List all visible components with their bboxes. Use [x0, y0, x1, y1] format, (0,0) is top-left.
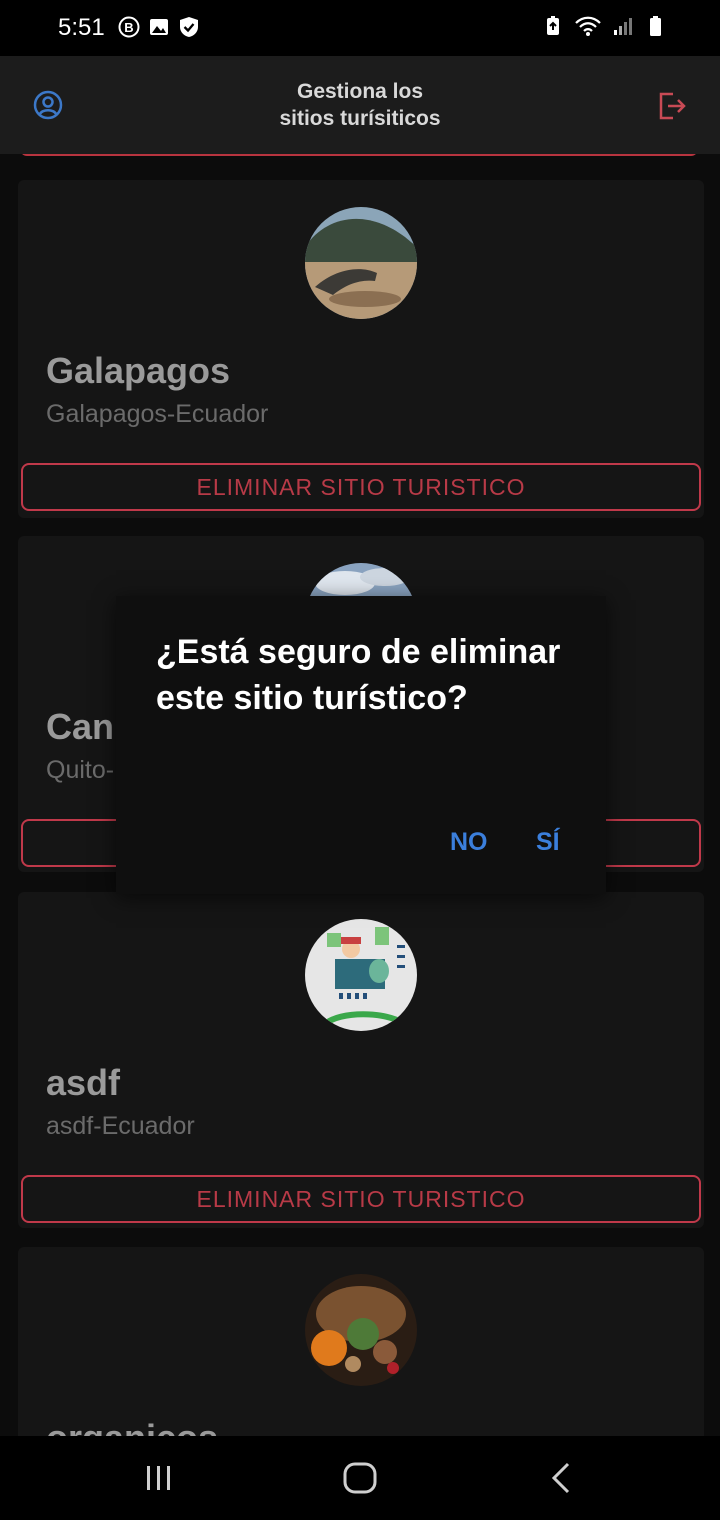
wifi-icon [575, 16, 601, 36]
logout-icon[interactable] [656, 90, 688, 122]
system-nav-bar [0, 1436, 720, 1520]
delete-site-button[interactable]: ELIMINAR SITIO TURISTICO [21, 463, 701, 511]
status-bar: 5:51 B [0, 0, 720, 56]
app-bar: Gestiona los sitios turísiticos [0, 56, 720, 154]
status-time: 5:51 [58, 14, 105, 41]
page-title-line1: Gestiona los [296, 80, 424, 103]
page-title: Gestiona los sitios turísiticos [200, 78, 520, 132]
dialog-yes-button[interactable]: SÍ [536, 828, 560, 857]
recent-apps-icon[interactable] [139, 1460, 179, 1496]
shield-icon [180, 17, 198, 37]
site-card: asdf asdf-Ecuador ELIMINAR SITIO TURISTI… [18, 892, 704, 1228]
site-location: Quito- [46, 756, 115, 784]
site-name: organicos [46, 1417, 218, 1436]
site-name: Galapagos [46, 350, 231, 391]
delete-site-button[interactable]: ELIMINAR SITIO TURISTICO [21, 1175, 701, 1223]
svg-text:B: B [124, 20, 133, 35]
site-card: Galapagos Galapagos-Ecuador ELIMINAR SIT… [18, 180, 704, 518]
site-location: Galapagos-Ecuador [46, 400, 269, 428]
battery-saver-icon [547, 16, 559, 35]
site-name: asdf [46, 1062, 121, 1103]
signal-icon [614, 18, 632, 35]
battery-icon [650, 16, 661, 36]
site-image [305, 919, 417, 1031]
site-card: organicos [18, 1247, 704, 1436]
home-icon[interactable] [340, 1460, 380, 1496]
site-image [305, 207, 417, 319]
previous-delete-button-edge[interactable] [20, 154, 698, 156]
dialog-title: ¿Está seguro de eliminar este sitio turí… [156, 633, 561, 717]
back-icon[interactable] [542, 1460, 582, 1496]
page-title-line2: sitios turísiticos [279, 107, 441, 130]
dialog-no-button[interactable]: NO [450, 828, 488, 857]
account-circle-icon[interactable] [33, 90, 63, 120]
confirm-delete-dialog: ¿Está seguro de eliminar este sitio turí… [116, 596, 606, 894]
site-name: Can [46, 706, 115, 747]
site-image [305, 1274, 417, 1386]
image-icon [150, 19, 168, 35]
site-location: asdf-Ecuador [46, 1112, 195, 1140]
b-badge-icon: B [118, 16, 140, 38]
